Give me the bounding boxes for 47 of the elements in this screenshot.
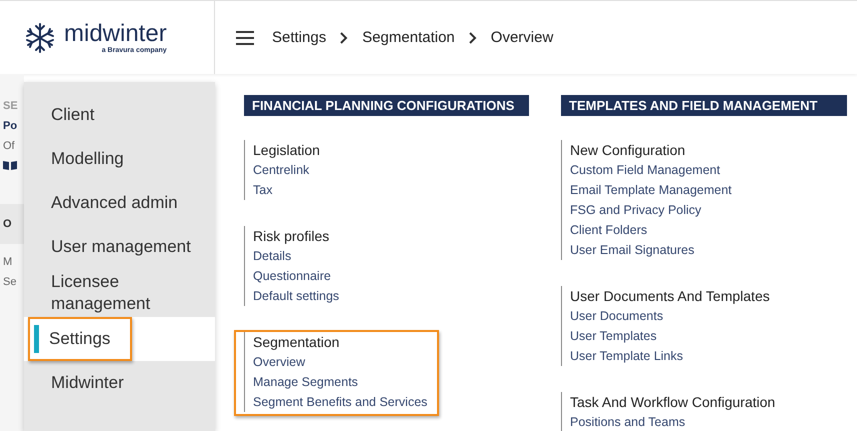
settings-link[interactable]: User Template Links — [570, 346, 770, 366]
section-heading: FINANCIAL PLANNING CONFIGURATIONS — [244, 95, 529, 116]
settings-link[interactable]: Default settings — [253, 286, 340, 306]
logo-wordmark: midwinter — [64, 21, 167, 47]
menu-item[interactable]: Midwinter — [51, 372, 124, 394]
snowflake-logo-icon — [24, 22, 56, 54]
settings-link[interactable]: Email Template Management — [570, 180, 732, 200]
breadcrumb-link[interactable]: Overview — [490, 29, 554, 46]
menu-item[interactable]: Client — [51, 104, 94, 126]
settings-link[interactable]: Client Folders — [570, 220, 732, 240]
settings-link[interactable]: User Templates — [570, 326, 770, 346]
menu-item[interactable]: Modelling — [51, 148, 124, 170]
selection-indicator — [34, 325, 39, 353]
group-title: Segmentation — [253, 333, 340, 352]
background-text: Po — [2, 119, 18, 134]
settings-link[interactable]: User Documents — [570, 306, 770, 326]
section-heading: TEMPLATES AND FIELD MANAGEMENT — [561, 95, 847, 116]
menu-item[interactable]: User management — [51, 236, 191, 258]
settings-link[interactable]: Segment Benefits and Services — [253, 392, 428, 412]
settings-link[interactable]: Overview — [253, 352, 428, 372]
background-text: SE — [2, 99, 19, 114]
settings-link[interactable]: User Email Signatures — [570, 240, 732, 260]
chevron-right-icon — [340, 32, 348, 44]
background-text: Se — [2, 275, 18, 290]
background-text: M — [2, 255, 14, 270]
settings-link[interactable]: FSG and Privacy Policy — [570, 200, 732, 220]
breadcrumb-link[interactable]: Segmentation — [362, 29, 455, 46]
settings-link[interactable]: Positions and Teams — [570, 412, 776, 431]
background-text: O — [2, 217, 12, 232]
group-title: User Documents And Templates — [570, 287, 770, 306]
book-icon — [3, 160, 17, 170]
settings-link[interactable]: Questionnaire — [253, 266, 340, 286]
group-title: Legislation — [253, 141, 320, 160]
settings-link[interactable]: Details — [253, 246, 340, 266]
chevron-right-icon — [468, 32, 477, 44]
group-title: Risk profiles — [253, 227, 330, 246]
menu-item[interactable]: Advanced admin — [51, 192, 178, 214]
settings-link[interactable]: Centrelink — [253, 160, 320, 180]
menu-item[interactable]: Licensee management — [51, 271, 213, 315]
settings-link[interactable]: Custom Field Management — [570, 160, 732, 180]
group-title: Task And Workflow Configuration — [570, 393, 776, 412]
background-text: Of — [2, 139, 16, 154]
group-title: New Configuration — [570, 141, 686, 160]
settings-link[interactable]: Tax — [253, 180, 320, 200]
breadcrumb-link[interactable]: Settings — [272, 29, 326, 46]
menu-icon[interactable] — [236, 30, 254, 44]
settings-link[interactable]: Manage Segments — [253, 372, 428, 392]
